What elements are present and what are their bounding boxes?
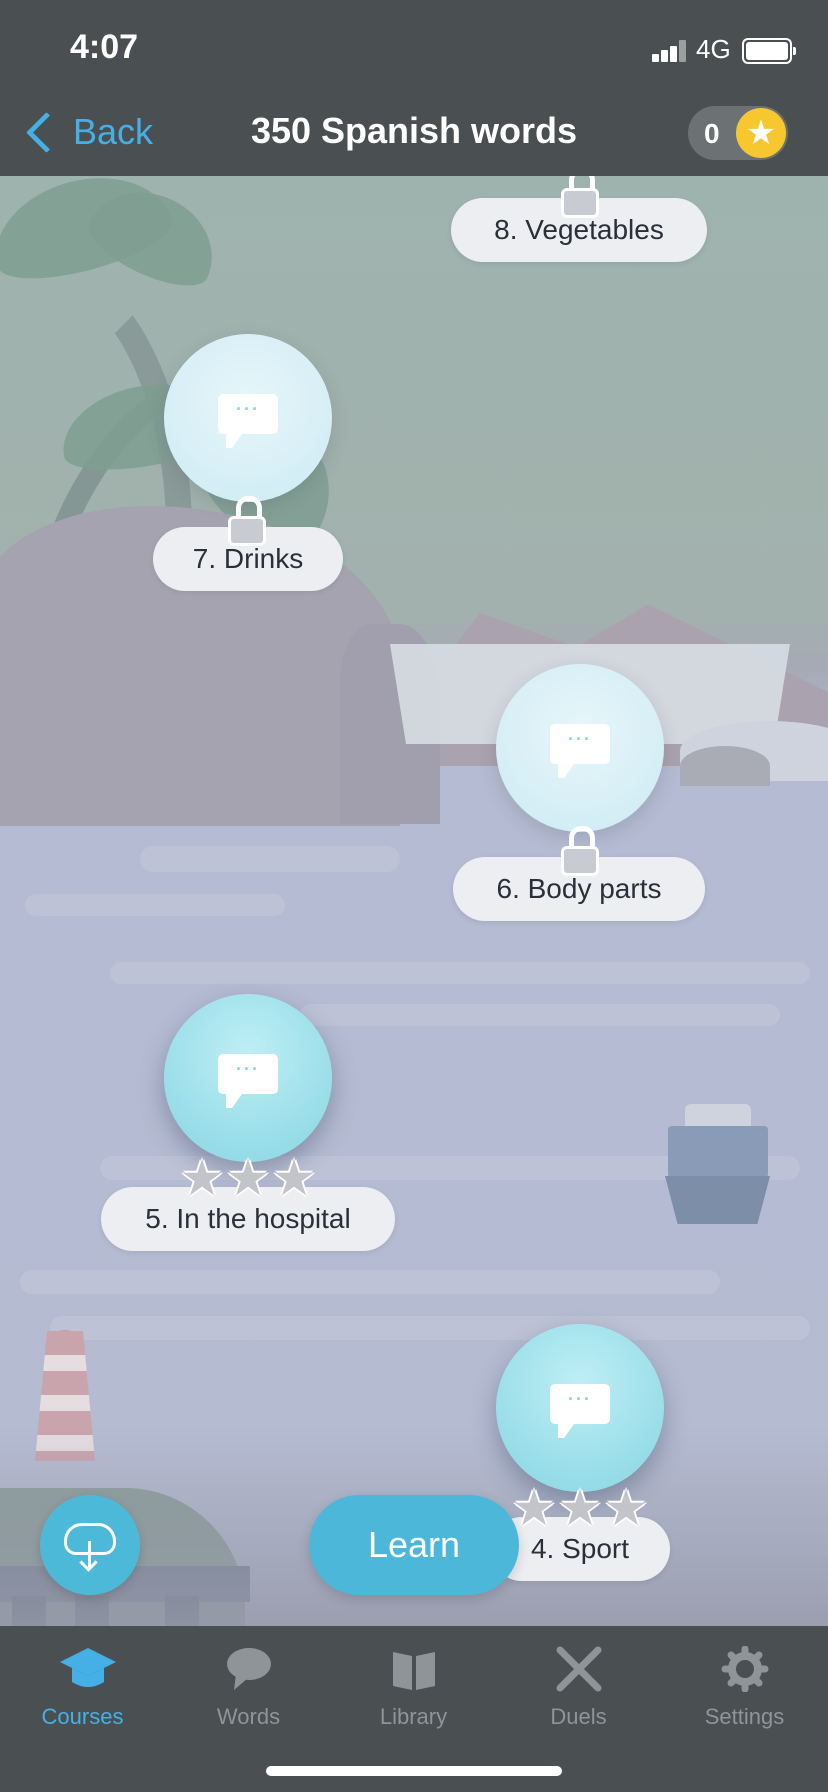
battery-icon [742,38,796,64]
tab-label: Settings [704,1704,785,1729]
tab-settings[interactable]: Settings [662,1645,827,1756]
lesson-stars: ★ ★ ★ [179,1150,317,1206]
home-indicator[interactable] [266,1766,562,1776]
crossed-swords-icon [554,1646,604,1692]
top-bar: 4:07 4G Back 350 Spanish words 0 ★ [0,0,828,176]
star-icon: ★ [511,1480,557,1536]
book-icon [389,1646,439,1692]
download-button[interactable] [40,1495,140,1595]
lock-icon [228,496,266,546]
tab-label: Words [216,1704,281,1729]
ship-illustration [665,1176,770,1224]
lesson-node-in-the-hospital[interactable]: ··· [164,994,332,1162]
network-type: 4G [696,34,731,64]
chat-bubble-icon: ··· [550,1384,610,1438]
course-map[interactable] [0,176,828,1626]
tab-courses[interactable]: Courses [0,1646,165,1756]
app-screen: 4:07 4G Back 350 Spanish words 0 ★ 8. Ve… [0,0,828,1792]
chat-bubble-icon: ··· [218,1054,278,1108]
lock-icon [561,826,599,876]
tab-label: Library [379,1704,448,1729]
back-label: Back [73,111,154,152]
lesson-stars: ★ ★ ★ [511,1480,649,1536]
tab-words[interactable]: Words [166,1646,331,1756]
speech-bubble-icon [224,1646,274,1692]
tab-duels[interactable]: Duels [496,1646,661,1756]
graduation-cap-icon [58,1646,116,1692]
star-icon: ★ [603,1480,649,1536]
star-icon: ★ [179,1150,225,1206]
lesson-node-body-parts[interactable]: ··· [496,664,664,832]
cloud-illustration [140,846,400,872]
cloud-illustration [300,1004,780,1026]
cloud-illustration [50,1316,810,1340]
cloud-illustration [25,894,285,916]
chat-bubble-icon: ··· [550,724,610,778]
ship-illustration [685,1104,751,1128]
star-icon: ★ [225,1150,271,1206]
score-value: 0 [704,118,720,149]
tab-label: Duels [550,1704,607,1729]
back-button[interactable]: Back [24,108,153,156]
cloud-illustration [20,1270,720,1294]
lesson-node-drinks[interactable]: ··· [164,334,332,502]
tab-library[interactable]: Library [331,1646,496,1756]
star-icon: ★ [271,1150,317,1206]
score-badge[interactable]: 0 ★ [688,106,788,160]
cloud-illustration [110,962,810,984]
star-icon: ★ [557,1480,603,1536]
lesson-node-sport[interactable]: ··· [496,1324,664,1492]
status-time: 4:07 [70,28,139,66]
star-icon: ★ [736,108,786,158]
tab-label: Courses [41,1704,124,1729]
gear-icon [720,1645,770,1693]
chevron-left-icon [25,111,68,153]
chat-bubble-icon: ··· [218,394,278,448]
signal-icon [652,40,686,62]
learn-button[interactable]: Learn [309,1495,519,1595]
hill-illustration [680,746,770,786]
ship-illustration [668,1126,768,1178]
